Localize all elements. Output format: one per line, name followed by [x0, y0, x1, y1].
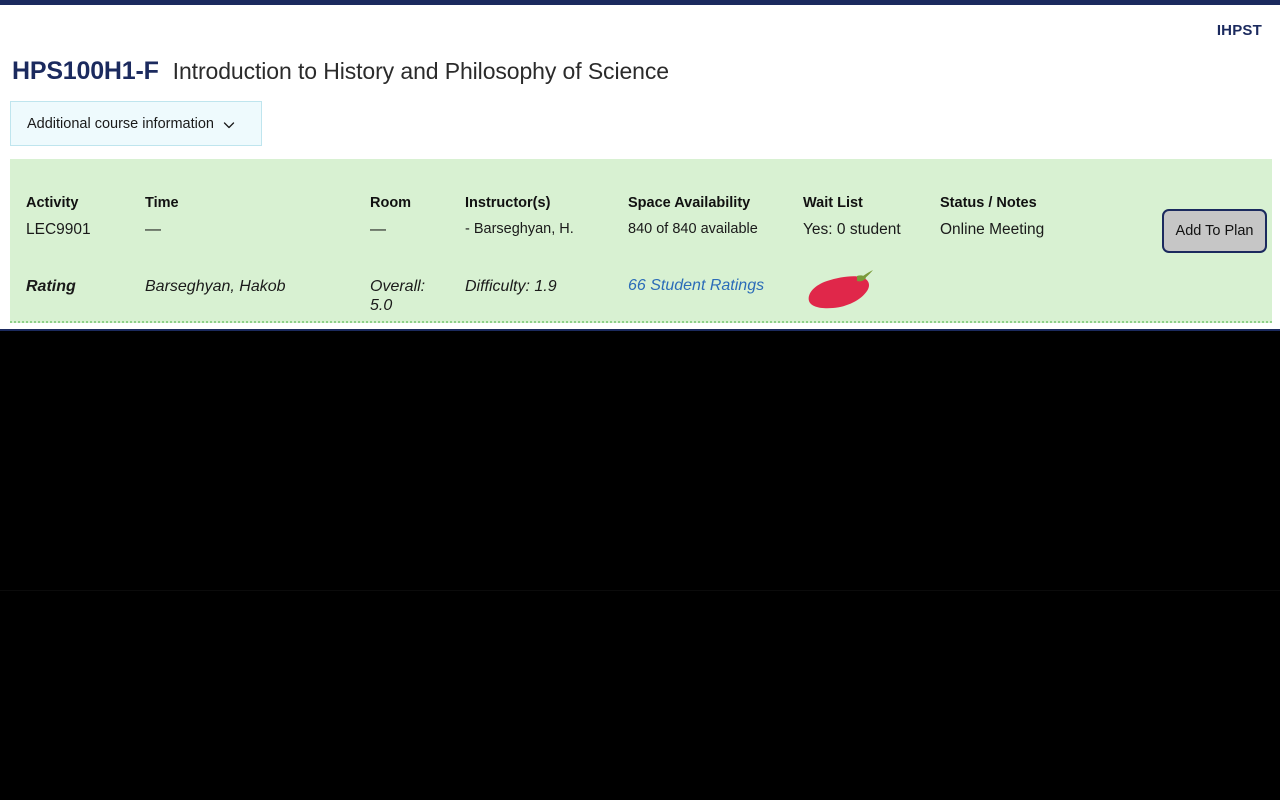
chevron-down-icon [223, 119, 235, 131]
column-activity: Activity LEC9901 [26, 195, 136, 239]
lower-region-divider [0, 590, 1280, 591]
rating-difficulty-cell: Difficulty: 1.9 [465, 277, 615, 296]
rating-instructor-cell: Barseghyan, Hakob [145, 277, 360, 296]
rating-student-ratings-cell: 66 Student Ratings [628, 277, 793, 295]
page-title: HPS100H1-F Introduction to History and Ph… [12, 57, 669, 86]
cell-room: — [370, 221, 386, 238]
column-header-room: Room [370, 195, 412, 211]
course-name: Introduction to History and Philosophy o… [172, 58, 669, 84]
cell-instructor: - Barseghyan, H. [465, 221, 574, 237]
column-header-wait-list: Wait List [803, 195, 863, 211]
add-to-plan-button[interactable]: Add To Plan [1162, 209, 1267, 253]
app-root: IHPST HPS100H1-F Introduction to History … [0, 0, 1280, 800]
column-wait-list: Wait List Yes: 0 student [803, 195, 928, 239]
additional-course-information-toggle[interactable]: Additional course information [10, 101, 262, 146]
rating-overall-cell: Overall: 5.0 [370, 277, 450, 315]
org-code-label: IHPST [1216, 22, 1262, 39]
column-header-status-notes: Status / Notes [940, 195, 1037, 211]
rating-label: Rating [26, 278, 76, 295]
column-header-time: Time [145, 195, 179, 211]
rating-difficulty: Difficulty: 1.9 [465, 278, 557, 295]
column-header-instructor: Instructor(s) [465, 195, 551, 211]
chili-pepper-icon [805, 267, 881, 311]
additional-course-information-label: Additional course information [27, 115, 214, 132]
cell-wait-list: Yes: 0 student [803, 221, 901, 238]
rating-instructor-name: Barseghyan, Hakob [145, 278, 286, 295]
column-time: Time — [145, 195, 360, 239]
column-room: Room — [370, 195, 450, 239]
cell-time: — [145, 221, 161, 238]
course-code: HPS100H1-F [12, 57, 159, 85]
column-instructor: Instructor(s) - Barseghyan, H. [465, 195, 615, 239]
column-header-activity: Activity [26, 195, 79, 211]
cell-space-availability: 840 of 840 available [628, 221, 758, 237]
column-header-space-availability: Space Availability [628, 195, 751, 211]
rating-label-cell: Rating [26, 277, 136, 296]
column-space-availability: Space Availability 840 of 840 available [628, 195, 793, 239]
student-ratings-link[interactable]: 66 Student Ratings [628, 277, 764, 294]
course-page: IHPST HPS100H1-F Introduction to History … [0, 5, 1280, 331]
rating-overall: Overall: 5.0 [370, 278, 426, 314]
cell-status-notes: Online Meeting [940, 221, 1045, 238]
cell-activity: LEC9901 [26, 221, 91, 238]
meeting-section-panel: Activity LEC9901 Time — Room — Instructo… [10, 159, 1272, 323]
column-status-notes: Status / Notes Online Meeting [940, 195, 1140, 239]
